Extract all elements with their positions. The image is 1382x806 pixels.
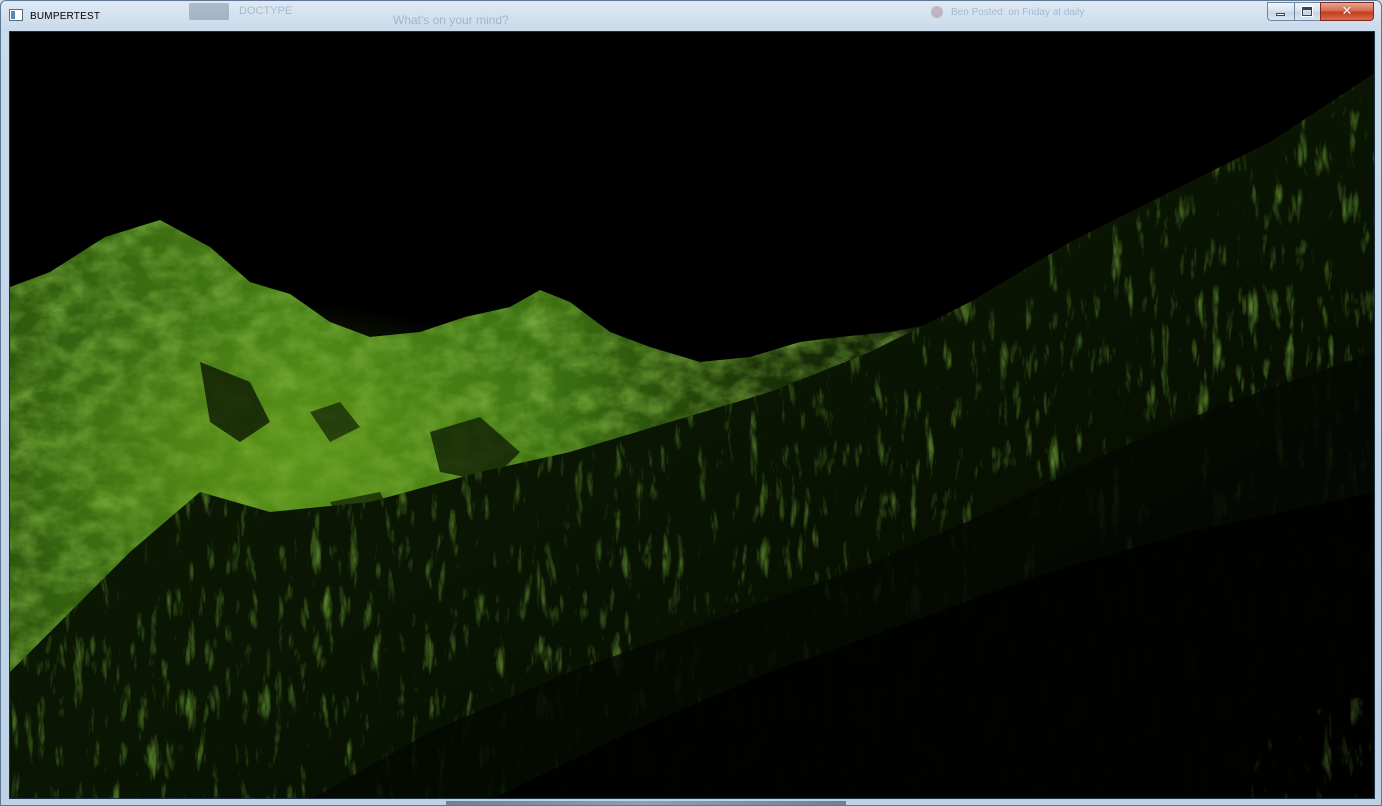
title-bar[interactable]: DOCTYPE What's on your mind? Ben Posted:… bbox=[1, 1, 1381, 30]
minimize-button[interactable] bbox=[1267, 2, 1294, 21]
close-icon: ✕ bbox=[1341, 4, 1353, 19]
background-label: DOCTYPE bbox=[239, 5, 293, 17]
minimize-icon bbox=[1276, 13, 1285, 16]
restore-icon bbox=[1301, 6, 1313, 17]
application-window-icon[interactable] bbox=[9, 9, 23, 21]
render-viewport[interactable] bbox=[9, 31, 1375, 799]
caption-buttons: ✕ bbox=[1267, 2, 1374, 21]
background-label: What's on your mind? bbox=[393, 13, 509, 27]
close-button[interactable]: ✕ bbox=[1320, 2, 1374, 21]
taskbar-ghost bbox=[446, 801, 846, 805]
avatar bbox=[931, 6, 943, 18]
background-label: Ben Posted: on Friday at daily bbox=[951, 7, 1085, 18]
terrain-render bbox=[10, 32, 1374, 798]
maximize-button[interactable] bbox=[1294, 2, 1320, 21]
background-window-ghost: DOCTYPE What's on your mind? Ben Posted:… bbox=[1, 1, 1381, 30]
background-thumbnail bbox=[189, 3, 229, 20]
window-title: BUMPERTEST bbox=[30, 11, 101, 22]
app-window: DOCTYPE What's on your mind? Ben Posted:… bbox=[0, 0, 1382, 806]
